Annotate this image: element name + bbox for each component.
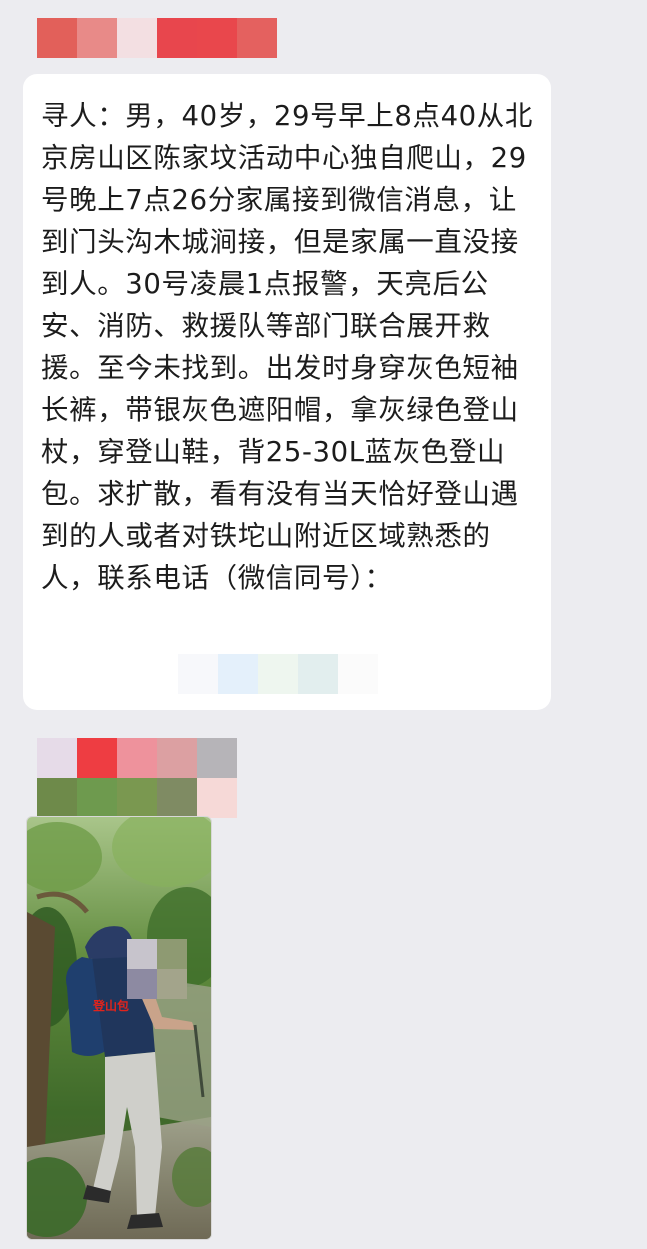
message-text: 寻人：男，40岁，29号早上8点40从北京房山区陈家坟活动中心独自爬山，29号晚…	[41, 100, 533, 594]
photo-message[interactable]: 登山包	[26, 816, 212, 1240]
sender-avatar-redacted	[37, 738, 237, 818]
sender-name-redacted	[37, 18, 277, 58]
hiker-photo	[27, 817, 211, 1239]
backpack-label: 登山包	[93, 999, 130, 1013]
phone-number-redacted	[178, 654, 378, 694]
message-bubble[interactable]: 寻人：男，40岁，29号早上8点40从北京房山区陈家坟活动中心独自爬山，29号晚…	[23, 74, 551, 710]
face-redacted	[127, 939, 187, 999]
